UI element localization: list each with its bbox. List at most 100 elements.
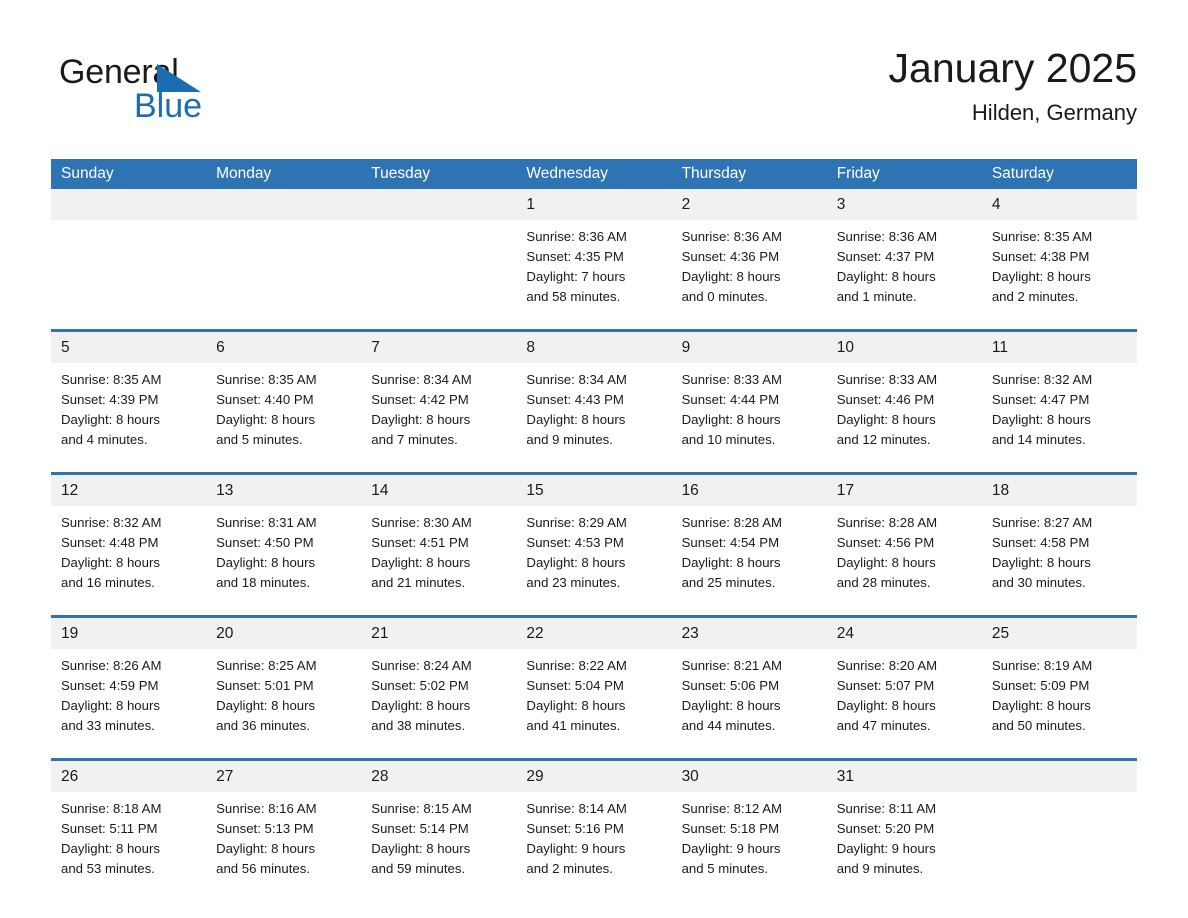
day-cell[interactable]: Sunrise: 8:36 AM Sunset: 4:37 PM Dayligh… xyxy=(826,220,982,329)
day-cell[interactable]: Sunrise: 8:18 AM Sunset: 5:11 PM Dayligh… xyxy=(51,792,207,901)
day-number[interactable]: 3 xyxy=(826,189,982,220)
sunrise-text: Sunrise: 8:32 AM xyxy=(61,515,162,530)
sunset-text: Sunset: 5:07 PM xyxy=(836,678,935,693)
day-number[interactable]: 15 xyxy=(516,475,672,506)
day-cell[interactable]: Sunrise: 8:21 AM Sunset: 5:06 PM Dayligh… xyxy=(671,649,827,758)
day-number[interactable]: 27 xyxy=(206,761,362,792)
day-cell[interactable]: Sunrise: 8:14 AM Sunset: 5:16 PM Dayligh… xyxy=(516,792,672,901)
day-number[interactable]: 29 xyxy=(516,761,672,792)
day-number[interactable]: 8 xyxy=(516,332,672,363)
day-number[interactable] xyxy=(206,189,362,220)
daylight-text-cont: and 25 minutes. xyxy=(681,575,776,590)
column-header-monday: Monday xyxy=(206,159,362,189)
day-cell[interactable]: Sunrise: 8:36 AM Sunset: 4:35 PM Dayligh… xyxy=(516,220,672,329)
day-cell[interactable] xyxy=(51,220,207,329)
day-number[interactable]: 26 xyxy=(51,761,207,792)
daylight-text-cont: and 10 minutes. xyxy=(681,432,776,447)
day-number[interactable]: 28 xyxy=(361,761,517,792)
day-cell[interactable]: Sunrise: 8:11 AM Sunset: 5:20 PM Dayligh… xyxy=(826,792,982,901)
day-number[interactable]: 14 xyxy=(361,475,517,506)
daylight-text: Daylight: 8 hours xyxy=(836,412,936,427)
day-cell[interactable]: Sunrise: 8:24 AM Sunset: 5:02 PM Dayligh… xyxy=(361,649,517,758)
daylight-text: Daylight: 9 hours xyxy=(681,841,781,856)
day-cell[interactable]: Sunrise: 8:16 AM Sunset: 5:13 PM Dayligh… xyxy=(206,792,362,901)
day-number[interactable]: 11 xyxy=(981,332,1137,363)
day-number[interactable]: 12 xyxy=(51,475,207,506)
day-number[interactable]: 21 xyxy=(361,618,517,649)
column-header-thursday: Thursday xyxy=(671,159,827,189)
day-cell[interactable]: Sunrise: 8:33 AM Sunset: 4:46 PM Dayligh… xyxy=(826,363,982,472)
day-cell[interactable]: Sunrise: 8:27 AM Sunset: 4:58 PM Dayligh… xyxy=(981,506,1137,615)
day-cell[interactable]: Sunrise: 8:35 AM Sunset: 4:39 PM Dayligh… xyxy=(51,363,207,472)
day-number[interactable]: 19 xyxy=(51,618,207,649)
day-cell[interactable]: Sunrise: 8:15 AM Sunset: 5:14 PM Dayligh… xyxy=(361,792,517,901)
day-number[interactable] xyxy=(361,189,517,220)
day-cell[interactable]: Sunrise: 8:34 AM Sunset: 4:43 PM Dayligh… xyxy=(516,363,672,472)
daylight-text: Daylight: 8 hours xyxy=(216,412,316,427)
daylight-text-cont: and 14 minutes. xyxy=(991,432,1086,447)
day-number[interactable]: 10 xyxy=(826,332,982,363)
sunrise-text: Sunrise: 8:32 AM xyxy=(991,372,1093,387)
day-number[interactable]: 4 xyxy=(981,189,1137,220)
daylight-text: Daylight: 8 hours xyxy=(526,412,626,427)
daylight-text-cont: and 33 minutes. xyxy=(61,718,155,733)
day-number[interactable]: 2 xyxy=(671,189,827,220)
daylight-text-cont: and 9 minutes. xyxy=(526,432,613,447)
day-cell[interactable]: Sunrise: 8:31 AM Sunset: 4:50 PM Dayligh… xyxy=(206,506,362,615)
day-cell[interactable]: Sunrise: 8:12 AM Sunset: 5:18 PM Dayligh… xyxy=(671,792,827,901)
day-number[interactable]: 1 xyxy=(516,189,672,220)
sunset-text: Sunset: 4:39 PM xyxy=(61,392,159,407)
day-number[interactable]: 22 xyxy=(516,618,672,649)
day-number[interactable]: 9 xyxy=(671,332,827,363)
day-cell[interactable]: Sunrise: 8:35 AM Sunset: 4:40 PM Dayligh… xyxy=(206,363,362,472)
day-cell[interactable]: Sunrise: 8:33 AM Sunset: 4:44 PM Dayligh… xyxy=(671,363,827,472)
daylight-text: Daylight: 8 hours xyxy=(216,555,316,570)
day-number[interactable]: 30 xyxy=(671,761,827,792)
day-cell[interactable]: Sunrise: 8:32 AM Sunset: 4:48 PM Dayligh… xyxy=(51,506,207,615)
day-number[interactable] xyxy=(51,189,207,220)
sunset-text: Sunset: 4:44 PM xyxy=(681,392,780,407)
day-cell[interactable]: Sunrise: 8:28 AM Sunset: 4:54 PM Dayligh… xyxy=(671,506,827,615)
day-number[interactable]: 20 xyxy=(206,618,362,649)
sunrise-sunset-calendar-table: Sunday Monday Tuesday Wednesday Thursday… xyxy=(51,159,1137,901)
day-cell[interactable]: Sunrise: 8:28 AM Sunset: 4:56 PM Dayligh… xyxy=(826,506,982,615)
page-title: January 2025 xyxy=(888,45,1137,91)
sunrise-text: Sunrise: 8:12 AM xyxy=(681,801,782,816)
daylight-text: Daylight: 8 hours xyxy=(371,412,471,427)
day-number[interactable]: 6 xyxy=(206,332,362,363)
day-cell[interactable]: Sunrise: 8:20 AM Sunset: 5:07 PM Dayligh… xyxy=(826,649,982,758)
daylight-text: Daylight: 8 hours xyxy=(371,841,471,856)
day-cell[interactable]: Sunrise: 8:35 AM Sunset: 4:38 PM Dayligh… xyxy=(981,220,1137,329)
day-number[interactable]: 23 xyxy=(671,618,827,649)
daylight-text-cont: and 9 minutes. xyxy=(836,861,924,876)
sunrise-text: Sunrise: 8:34 AM xyxy=(526,372,627,387)
sunset-text: Sunset: 4:46 PM xyxy=(836,392,935,407)
day-cell[interactable] xyxy=(361,220,517,329)
day-cell[interactable]: Sunrise: 8:30 AM Sunset: 4:51 PM Dayligh… xyxy=(361,506,517,615)
day-cell[interactable]: Sunrise: 8:32 AM Sunset: 4:47 PM Dayligh… xyxy=(981,363,1137,472)
day-number[interactable]: 7 xyxy=(361,332,517,363)
day-cell[interactable]: Sunrise: 8:26 AM Sunset: 4:59 PM Dayligh… xyxy=(51,649,207,758)
day-number[interactable]: 25 xyxy=(981,618,1137,649)
daylight-text-cont: and 2 minutes. xyxy=(526,861,613,876)
page-header: General Blue January 2025 Hilden, German… xyxy=(51,44,1137,150)
day-cell[interactable] xyxy=(981,792,1137,901)
sunrise-text: Sunrise: 8:21 AM xyxy=(681,658,782,673)
day-cell[interactable]: Sunrise: 8:22 AM Sunset: 5:04 PM Dayligh… xyxy=(516,649,672,758)
day-cell[interactable] xyxy=(206,220,362,329)
day-cell[interactable]: Sunrise: 8:34 AM Sunset: 4:42 PM Dayligh… xyxy=(361,363,517,472)
day-cell[interactable]: Sunrise: 8:29 AM Sunset: 4:53 PM Dayligh… xyxy=(516,506,672,615)
day-cell[interactable]: Sunrise: 8:36 AM Sunset: 4:36 PM Dayligh… xyxy=(671,220,827,329)
day-number[interactable]: 16 xyxy=(671,475,827,506)
daylight-text-cont: and 56 minutes. xyxy=(216,861,310,876)
day-number[interactable]: 24 xyxy=(826,618,982,649)
day-number[interactable]: 5 xyxy=(51,332,207,363)
day-cell[interactable]: Sunrise: 8:19 AM Sunset: 5:09 PM Dayligh… xyxy=(981,649,1137,758)
day-number[interactable]: 31 xyxy=(826,761,982,792)
daylight-text-cont: and 21 minutes. xyxy=(371,575,466,590)
day-number[interactable]: 17 xyxy=(826,475,982,506)
day-cell[interactable]: Sunrise: 8:25 AM Sunset: 5:01 PM Dayligh… xyxy=(206,649,362,758)
day-number[interactable] xyxy=(981,761,1137,792)
day-number[interactable]: 18 xyxy=(981,475,1137,506)
day-number[interactable]: 13 xyxy=(206,475,362,506)
